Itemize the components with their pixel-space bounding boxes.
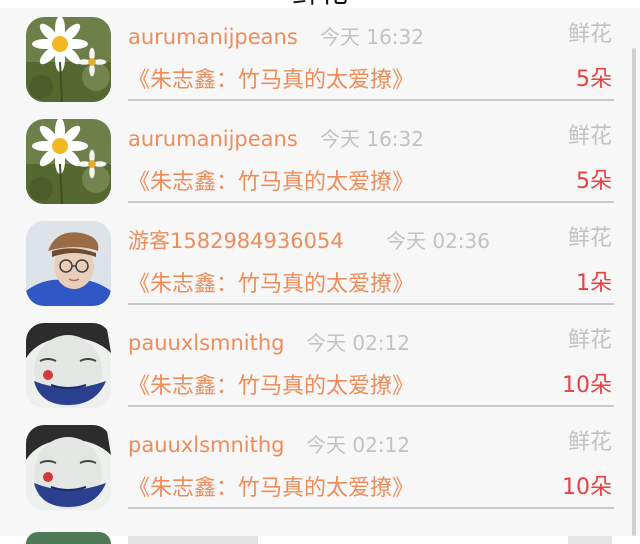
divider [128, 99, 614, 101]
clown-face-avatar-icon [26, 323, 111, 408]
username[interactable]: 游客1582984936054 [128, 226, 344, 256]
username[interactable]: aurumanijpeans [128, 22, 298, 52]
gift-count: 5朵 [576, 67, 612, 92]
list-item[interactable]: 游客1582984936054 今天 02:36 鲜花 《朱志鑫：竹马真的太爱撩… [0, 212, 640, 314]
list-item[interactable]: aurumanijpeans 今天 16:32 鲜花 《朱志鑫：竹马真的太爱撩》… [0, 110, 640, 212]
page-title: 鲜花 [0, 0, 640, 8]
gift-record-list[interactable]: aurumanijpeans 今天 16:32 鲜花 《朱志鑫：竹马真的太爱撩》… [0, 8, 640, 544]
timestamp: 今天 16:32 [320, 127, 424, 151]
list-item[interactable]: aurumanijpeans 今天 16:32 鲜花 《朱志鑫：竹马真的太爱撩》… [0, 8, 640, 110]
gift-type-label: 鲜花 [567, 22, 612, 47]
gift-count: 1朵 [576, 271, 612, 296]
avatar-partial[interactable] [26, 532, 111, 544]
username[interactable]: pauuxlsmnithg [128, 328, 285, 358]
gift-count: 5朵 [576, 169, 612, 194]
navigation-bar: 鲜花 [0, 0, 640, 8]
avatar[interactable] [26, 17, 111, 102]
daisy-avatar-icon [26, 17, 111, 102]
avatar[interactable] [26, 119, 111, 204]
timestamp: 今天 02:12 [306, 433, 410, 457]
daisy-avatar-icon [26, 119, 111, 204]
book-title-link[interactable]: 《朱志鑫：竹马真的太爱撩》 [128, 168, 414, 198]
book-title-link[interactable]: 《朱志鑫：竹马真的太爱撩》 [128, 270, 414, 300]
timestamp: 今天 02:36 [386, 229, 490, 253]
scrollbar[interactable] [632, 48, 636, 536]
avatar[interactable] [26, 221, 111, 306]
gift-type-label: 鲜花 [567, 430, 612, 455]
partial-row-label [568, 536, 612, 544]
avatar[interactable] [26, 425, 111, 510]
gift-count: 10朵 [562, 475, 612, 500]
book-title-link[interactable]: 《朱志鑫：竹马真的太爱撩》 [128, 474, 414, 504]
gift-type-label: 鲜花 [567, 124, 612, 149]
avatar[interactable] [26, 323, 111, 408]
timestamp: 今天 16:32 [320, 25, 424, 49]
divider [128, 201, 614, 203]
username[interactable]: aurumanijpeans [128, 124, 298, 154]
book-title-link[interactable]: 《朱志鑫：竹马真的太爱撩》 [128, 372, 414, 402]
gift-count: 10朵 [562, 373, 612, 398]
gift-type-label: 鲜花 [567, 226, 612, 251]
divider [128, 405, 614, 407]
list-item[interactable]: pauuxlsmnithg 今天 02:12 鲜花 《朱志鑫：竹马真的太爱撩》 … [0, 314, 640, 416]
username[interactable]: pauuxlsmnithg [128, 430, 285, 460]
gift-type-label: 鲜花 [567, 328, 612, 353]
list-item[interactable]: pauuxlsmnithg 今天 02:12 鲜花 《朱志鑫：竹马真的太爱撩》 … [0, 416, 640, 518]
timestamp: 今天 02:12 [306, 331, 410, 355]
book-title-link[interactable]: 《朱志鑫：竹马真的太爱撩》 [128, 66, 414, 96]
partial-row-text [128, 536, 258, 544]
divider [128, 303, 614, 305]
clown-face-avatar-icon [26, 425, 111, 510]
boy-with-beret-avatar-icon [26, 221, 111, 306]
divider [128, 507, 614, 509]
